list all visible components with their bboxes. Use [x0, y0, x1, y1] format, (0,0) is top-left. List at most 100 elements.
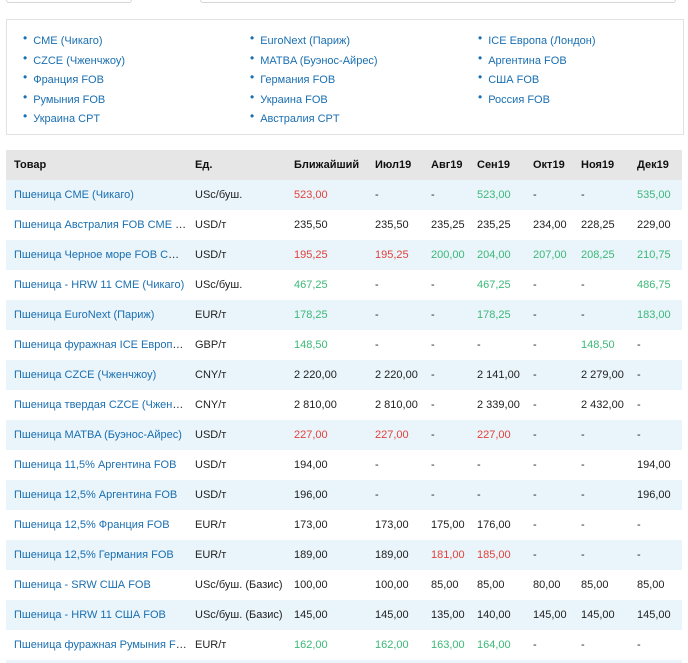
- price-cell: -: [533, 489, 537, 501]
- price-cell: 185,00: [477, 549, 511, 561]
- exchange-links-column: • CME (Чикаго) • CZCE (Чженчжоу) • Франция FO…: [23, 31, 125, 129]
- price-cell: -: [533, 459, 537, 471]
- price-cell: 145,00: [294, 609, 328, 621]
- column-header[interactable]: Ноя19: [573, 150, 629, 180]
- price-cell: -: [533, 369, 537, 381]
- commodity-link[interactable]: Пшеница фуражная ICE Европа …: [14, 339, 187, 351]
- bullet-icon: •: [478, 31, 483, 45]
- exchange-link[interactable]: ICE Европа (Лондон): [488, 35, 595, 47]
- exchange-link[interactable]: CME (Чикаго): [33, 35, 102, 47]
- commodity-link[interactable]: Пшеница 12,5% Германия FOB: [14, 549, 174, 561]
- commodity-link[interactable]: Пшеница EuroNext (Париж): [14, 309, 154, 321]
- commodity-link[interactable]: Пшеница 12,5% Франция FOB: [14, 519, 170, 531]
- table-row: Пшеница 12,5% Германия FOB EUR/т 189,00 189…: [6, 540, 682, 570]
- exchange-link[interactable]: Румыния FOB: [33, 94, 105, 106]
- commodity-cell: Пшеница фуражная ICE Европа …: [6, 330, 187, 360]
- exchange-link[interactable]: MATBA (Буэнос-Айрес): [260, 55, 377, 67]
- price-cell: 163,00: [431, 639, 465, 651]
- exchange-link[interactable]: Франция FOB: [33, 74, 104, 86]
- price-cell: 100,00: [375, 579, 409, 591]
- price-cell: -: [431, 279, 435, 291]
- unit-cell: EUR/т: [195, 549, 227, 561]
- price-cell: 173,00: [375, 519, 409, 531]
- commodity-link[interactable]: Пшеница Австралия FOB CME (Ч…: [14, 219, 187, 231]
- price-cell: 189,00: [375, 549, 409, 561]
- exchange-link-item: • Румыния FOB: [23, 90, 125, 110]
- bullet-icon: •: [23, 70, 28, 84]
- table-header-row: Товар Ед. Ближайший Июл19 Авг19 Сен19 Окт19 Ноя…: [6, 150, 682, 180]
- commodity-link[interactable]: Пшеница 11,5% Аргентина FOB: [14, 459, 176, 471]
- column-header[interactable]: Авг19: [423, 150, 469, 180]
- price-cell: 148,50: [581, 339, 615, 351]
- price-cell: -: [533, 639, 537, 651]
- commodity-cell: Пшеница Черное море FOB CME …: [6, 240, 187, 270]
- price-cell: -: [477, 489, 481, 501]
- price-cell: 178,25: [294, 309, 328, 321]
- price-cell: 467,25: [294, 279, 328, 291]
- commodity-link[interactable]: Пшеница CZCE (Чженчжоу): [14, 369, 156, 381]
- price-cell: -: [533, 519, 537, 531]
- price-cell: 173,00: [294, 519, 328, 531]
- filter-select[interactable]: [6, 0, 132, 3]
- table-row: Пшеница CZCE (Чженчжоу) CNY/т 2 220,00 2 22…: [6, 360, 682, 390]
- commodity-cell: Пшеница 12,5% Аргентина FOB: [6, 480, 187, 510]
- exchange-link[interactable]: Украина CPT: [33, 113, 100, 125]
- exchange-link[interactable]: Австралия CPT: [260, 113, 339, 125]
- unit-cell: USc/буш. (Базис): [195, 609, 283, 621]
- commodity-cell: Пшеница фуражная Румыния FOB: [6, 630, 187, 660]
- search-input[interactable]: [200, 0, 676, 3]
- price-cell: 2 810,00: [375, 399, 418, 411]
- commodity-link[interactable]: Пшеница CME (Чикаго): [14, 189, 134, 201]
- unit-cell: USD/т: [195, 249, 227, 261]
- table-row: Пшеница 12,5% Франция FOB EUR/т 173,00 173,…: [6, 510, 682, 540]
- unit-cell: EUR/т: [195, 519, 227, 531]
- column-header[interactable]: Ед.: [187, 150, 286, 180]
- column-header[interactable]: Дек19: [629, 150, 682, 180]
- exchange-link-item: • EuroNext (Париж): [250, 31, 378, 51]
- price-cell: -: [581, 549, 585, 561]
- exchange-link-item: • Украина CPT: [23, 109, 125, 129]
- commodity-link[interactable]: Пшеница - SRW США FOB: [14, 579, 151, 591]
- price-cell: -: [581, 189, 585, 201]
- column-header[interactable]: Товар: [6, 150, 187, 180]
- price-cell: 85,00: [637, 579, 665, 591]
- column-header[interactable]: Сен19: [469, 150, 525, 180]
- exchange-link[interactable]: CZCE (Чженчжоу): [33, 55, 125, 67]
- unit-cell: CNY/т: [195, 399, 227, 411]
- price-cell: -: [581, 429, 585, 441]
- price-cell: 162,00: [294, 639, 328, 651]
- column-header[interactable]: Окт19: [525, 150, 573, 180]
- exchange-link-item: • Германия FOB: [250, 70, 378, 90]
- column-header[interactable]: Июл19: [367, 150, 423, 180]
- commodity-link[interactable]: Пшеница Черное море FOB CME …: [14, 249, 187, 261]
- price-cell: -: [431, 309, 435, 321]
- commodity-link[interactable]: Пшеница - HRW 11 США FOB: [14, 609, 166, 621]
- exchange-link-item: • CZCE (Чженчжоу): [23, 51, 125, 71]
- price-cell: -: [637, 549, 641, 561]
- price-cell: 229,00: [637, 219, 671, 231]
- exchange-link[interactable]: Украина FOB: [260, 94, 328, 106]
- exchange-link[interactable]: Германия FOB: [260, 74, 335, 86]
- price-cell: -: [581, 279, 585, 291]
- price-cell: -: [375, 459, 379, 471]
- table-row: Пшеница твердая CZCE (Чженч… CNY/т 2 810,0…: [6, 390, 682, 420]
- price-cell: -: [431, 339, 435, 351]
- price-cell: 228,25: [581, 219, 615, 231]
- price-cell: -: [533, 309, 537, 321]
- commodity-link[interactable]: Пшеница фуражная Румыния FOB: [14, 639, 187, 651]
- price-cell: -: [477, 339, 481, 351]
- price-cell: 183,00: [637, 309, 671, 321]
- column-header[interactable]: Ближайший: [286, 150, 367, 180]
- exchange-link[interactable]: США FOB: [488, 74, 539, 86]
- bullet-icon: •: [23, 50, 28, 65]
- exchange-link[interactable]: Россия FOB: [488, 94, 550, 106]
- unit-cell: USc/буш.: [195, 189, 243, 201]
- exchange-link[interactable]: EuroNext (Париж): [260, 35, 350, 47]
- commodity-link[interactable]: Пшеница - HRW 11 CME (Чикаго): [14, 279, 184, 291]
- price-cell: 178,25: [477, 309, 511, 321]
- price-cell: 2 810,00: [294, 399, 337, 411]
- exchange-link[interactable]: Аргентина FOB: [488, 55, 566, 67]
- commodity-link[interactable]: Пшеница MATBA (Буэнос-Айрес): [14, 429, 182, 441]
- commodity-link[interactable]: Пшеница 12,5% Аргентина FOB: [14, 489, 177, 501]
- commodity-link[interactable]: Пшеница твердая CZCE (Чженч…: [14, 399, 187, 411]
